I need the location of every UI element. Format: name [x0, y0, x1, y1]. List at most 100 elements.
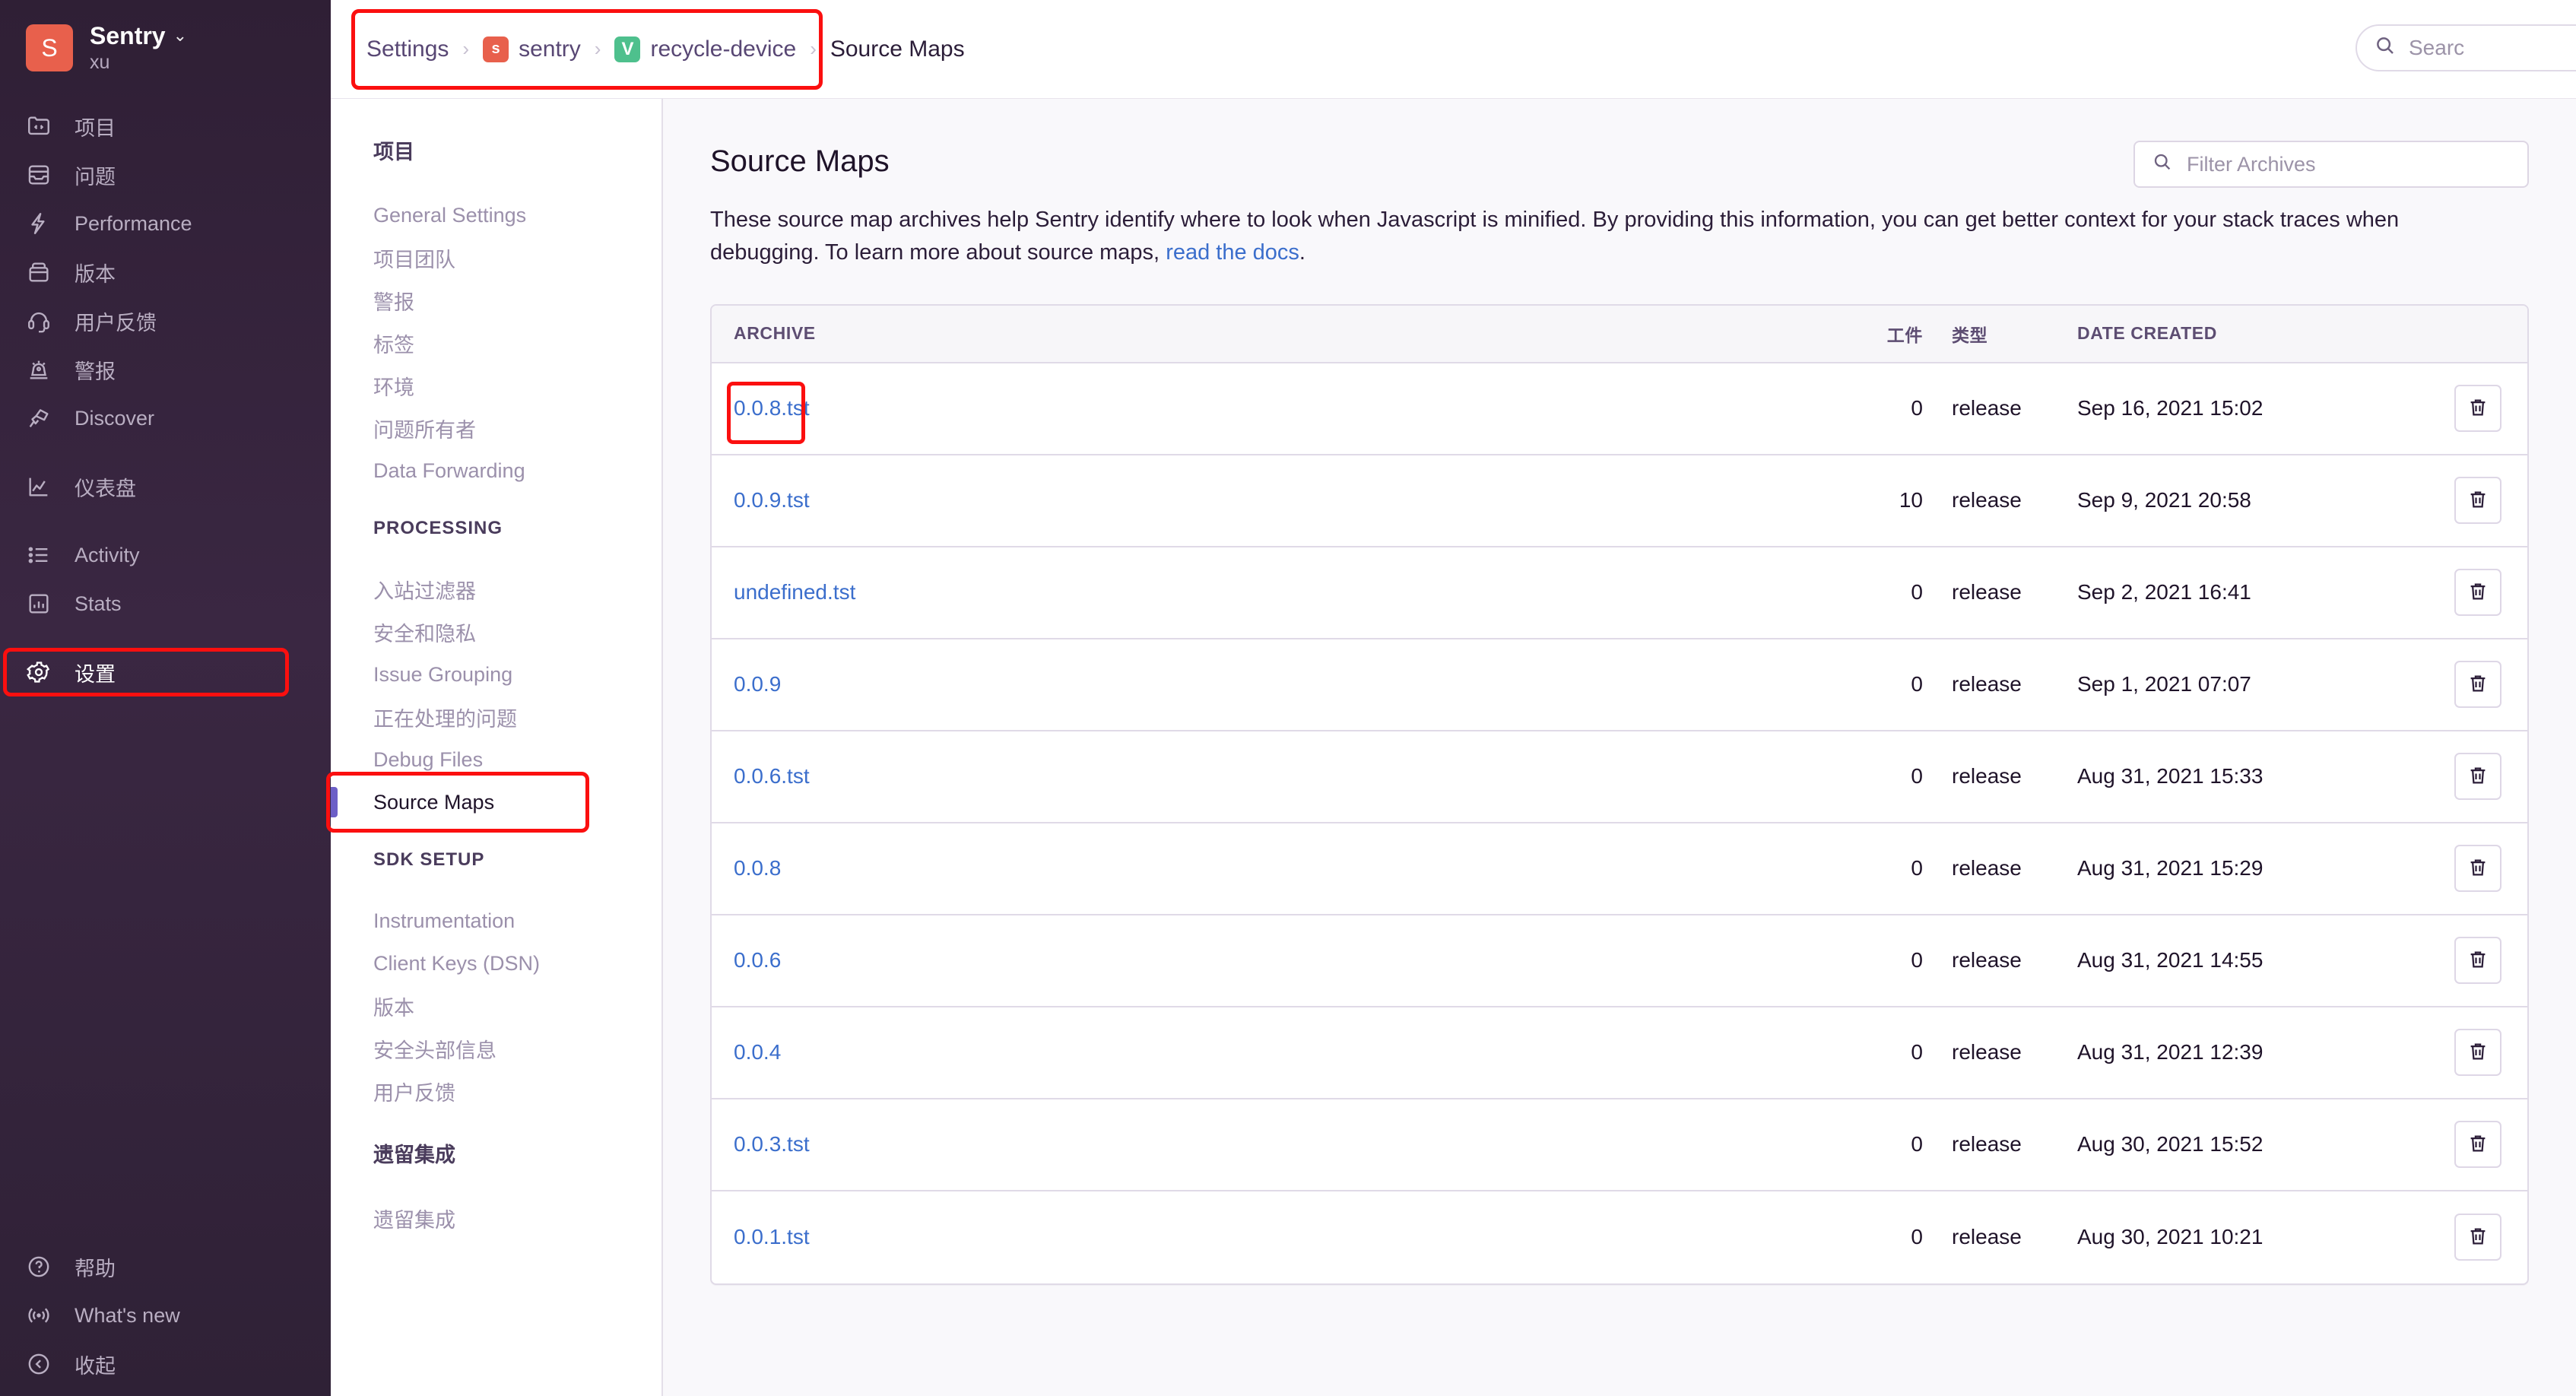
- settings-nav-label: Instrumentation: [373, 909, 516, 932]
- sidebar-item-user-feedback[interactable]: 用户反馈: [0, 297, 331, 345]
- org-switcher[interactable]: S Sentry ⌄ xu: [0, 20, 331, 76]
- delete-archive-button[interactable]: [2454, 477, 2501, 525]
- settings-nav-item-general-settings[interactable]: General Settings: [331, 194, 661, 236]
- settings-nav-item-alerts[interactable]: 警报: [331, 279, 661, 322]
- sidebar-item-projects[interactable]: 项目: [0, 102, 331, 151]
- archive-cell: 0.0.4: [712, 1040, 1809, 1064]
- org-badge-icon: s: [483, 36, 509, 62]
- breadcrumb-item-project[interactable]: V recycle-device: [614, 36, 796, 62]
- settings-nav-label: Client Keys (DSN): [373, 951, 541, 975]
- settings-nav-item-source-maps[interactable]: Source Maps: [326, 772, 661, 833]
- breadcrumb-label: recycle-device: [650, 36, 797, 62]
- artifacts-cell: 0: [1911, 764, 1923, 788]
- actions-cell: [2428, 1214, 2527, 1261]
- read-the-docs-link[interactable]: read the docs: [1166, 240, 1299, 265]
- archive-link[interactable]: 0.0.6: [734, 948, 781, 972]
- settings-nav-item-client-keys[interactable]: Client Keys (DSN): [331, 942, 661, 985]
- archive-link[interactable]: 0.0.8: [734, 856, 781, 880]
- column-header-archive: ARCHIVE: [734, 323, 816, 344]
- search-icon: [2374, 34, 2397, 62]
- table-row[interactable]: 0.0.6.tst 0 release Aug 31, 2021 15:33: [712, 731, 2527, 823]
- breadcrumb-item-org[interactable]: s sentry: [483, 36, 581, 62]
- table-row[interactable]: 0.0.6 0 release Aug 31, 2021 14:55: [712, 915, 2527, 1007]
- sidebar-item-stats[interactable]: Stats: [0, 579, 331, 628]
- delete-archive-button[interactable]: [2454, 937, 2501, 985]
- sidebar-item-label: Performance: [75, 211, 192, 235]
- settings-nav-item-security-privacy[interactable]: 安全和隐私: [331, 611, 661, 653]
- main-content: Source Maps These source map archives he…: [663, 99, 2576, 1396]
- filter-archives-placeholder: Filter Archives: [2187, 152, 2316, 176]
- table-row[interactable]: 0.0.9 0 release Sep 1, 2021 07:07: [712, 639, 2527, 731]
- archive-link[interactable]: 0.0.9.tst: [734, 488, 810, 512]
- column-header-artifacts: 工件: [1886, 325, 1923, 345]
- settings-nav-item-inbound-filters[interactable]: 入站过滤器: [331, 568, 661, 611]
- archive-link[interactable]: 0.0.8.tst: [734, 396, 810, 420]
- delete-archive-button[interactable]: [2454, 845, 2501, 893]
- delete-archive-button[interactable]: [2454, 1029, 2501, 1077]
- global-search-input[interactable]: Searc: [2356, 24, 2576, 71]
- sidebar-item-alerts[interactable]: 警报: [0, 345, 331, 394]
- sidebar-item-performance[interactable]: Performance: [0, 199, 331, 248]
- table-row[interactable]: 0.0.1.tst 0 release Aug 30, 2021 10:21: [712, 1191, 2527, 1283]
- delete-archive-button[interactable]: [2454, 1121, 2501, 1169]
- artifacts-cell: 0: [1911, 396, 1923, 420]
- sidebar-item-help[interactable]: 帮助: [0, 1242, 331, 1291]
- sidebar-item-discover[interactable]: Discover: [0, 394, 331, 443]
- actions-cell: [2428, 845, 2527, 893]
- org-name-text: Sentry: [90, 21, 166, 49]
- settings-nav-item-releases[interactable]: 版本: [331, 985, 661, 1027]
- archive-link[interactable]: 0.0.3.tst: [734, 1132, 810, 1156]
- settings-nav-item-processing-issues[interactable]: 正在处理的问题: [331, 696, 661, 738]
- table-row[interactable]: undefined.tst 0 release Sep 2, 2021 16:4…: [712, 547, 2527, 639]
- settings-nav-spacer: [331, 1112, 661, 1138]
- delete-archive-button[interactable]: [2454, 569, 2501, 617]
- actions-cell: [2428, 1121, 2527, 1169]
- table-row[interactable]: 0.0.8 0 release Aug 31, 2021 15:29: [712, 823, 2527, 915]
- breadcrumb-item-current[interactable]: Source Maps: [830, 36, 965, 62]
- filter-archives-input[interactable]: Filter Archives: [2133, 141, 2529, 188]
- actions-cell: [2428, 477, 2527, 525]
- delete-archive-button[interactable]: [2454, 1214, 2501, 1261]
- settings-nav-heading-processing: PROCESSING: [373, 518, 503, 538]
- archive-link[interactable]: 0.0.4: [734, 1040, 781, 1064]
- sidebar-item-collapse[interactable]: 收起: [0, 1340, 331, 1388]
- archive-link[interactable]: undefined.tst: [734, 580, 855, 604]
- archive-link[interactable]: 0.0.1.tst: [734, 1225, 810, 1248]
- settings-nav-item-project-teams[interactable]: 项目团队: [331, 236, 661, 279]
- sidebar-item-dashboards[interactable]: 仪表盘: [0, 462, 331, 511]
- settings-nav-item-environments[interactable]: 环境: [331, 364, 661, 407]
- settings-nav-item-debug-files[interactable]: Debug Files: [331, 738, 661, 781]
- user-feedback-icon: [26, 308, 62, 334]
- sidebar-item-releases[interactable]: 版本: [0, 248, 331, 297]
- settings-nav-item-issue-grouping[interactable]: Issue Grouping: [331, 653, 661, 696]
- artifacts-cell: 0: [1911, 948, 1923, 972]
- sidebar-item-whats-new[interactable]: What's new: [0, 1291, 331, 1340]
- settings-nav-item-tags[interactable]: 标签: [331, 322, 661, 364]
- table-row[interactable]: 0.0.8.tst 0 release Sep 16, 2021 15:02: [712, 363, 2527, 455]
- sidebar-item-settings[interactable]: 设置: [0, 648, 331, 696]
- settings-nav-item-issue-owners[interactable]: 问题所有者: [331, 407, 661, 449]
- sidebar-item-issues[interactable]: 问题: [0, 151, 331, 199]
- delete-archive-button[interactable]: [2454, 753, 2501, 801]
- settings-nav-item-instrumentation[interactable]: Instrumentation: [331, 899, 661, 942]
- chevron-down-icon[interactable]: ⌄: [173, 26, 187, 45]
- delete-archive-button[interactable]: [2454, 385, 2501, 433]
- sidebar-item-activity[interactable]: Activity: [0, 531, 331, 579]
- table-row[interactable]: 0.0.9.tst 10 release Sep 9, 2021 20:58: [712, 455, 2527, 547]
- active-indicator-bar: [331, 787, 338, 817]
- archive-cell: 0.0.6.tst: [712, 764, 1809, 788]
- archive-link[interactable]: 0.0.6.tst: [734, 764, 810, 788]
- settings-nav-label: 版本: [373, 996, 414, 1020]
- archive-link[interactable]: 0.0.9: [734, 672, 781, 696]
- settings-nav-item-legacy-integrations[interactable]: 遗留集成: [331, 1197, 661, 1239]
- breadcrumb-item-settings[interactable]: Settings: [366, 36, 449, 62]
- archive-cell: 0.0.9.tst: [712, 488, 1809, 512]
- delete-archive-button[interactable]: [2454, 661, 2501, 709]
- settings-nav-item-user-feedback[interactable]: 用户反馈: [331, 1070, 661, 1112]
- settings-nav-item-security-headers[interactable]: 安全头部信息: [331, 1027, 661, 1070]
- table-row[interactable]: 0.0.4 0 release Aug 31, 2021 12:39: [712, 1007, 2527, 1099]
- table-row[interactable]: 0.0.3.tst 0 release Aug 30, 2021 15:52: [712, 1099, 2527, 1191]
- settings-nav-item-data-forwarding[interactable]: Data Forwarding: [331, 449, 661, 492]
- topbar: Settings › s sentry › V recycle-device ›…: [331, 0, 2576, 99]
